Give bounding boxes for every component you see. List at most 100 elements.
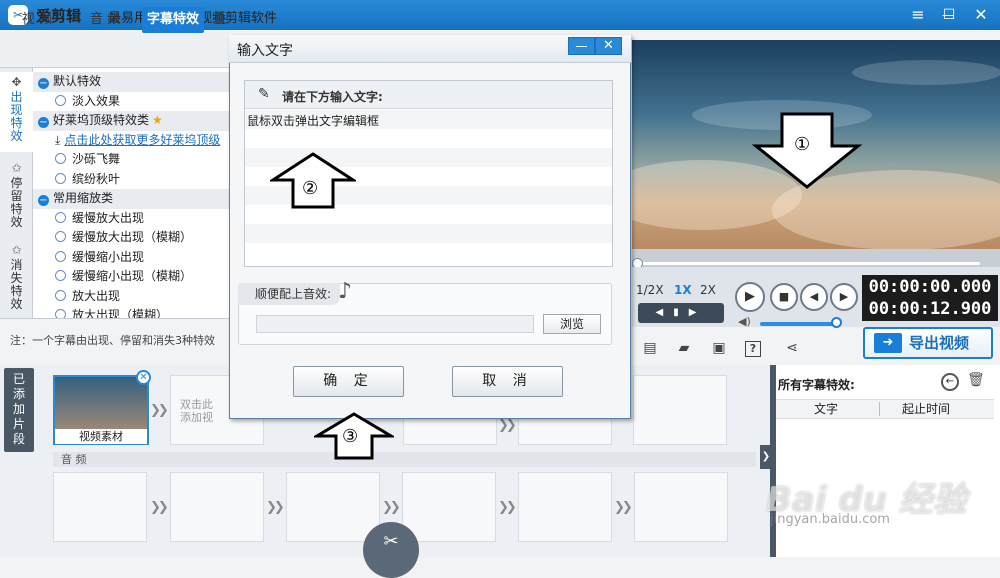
- arrow-right-icon: ❯❯: [266, 500, 285, 515]
- star-outline-icon: ✩: [11, 161, 22, 175]
- play-button[interactable]: ▶: [735, 282, 765, 312]
- vtab-stay[interactable]: ✩ 停 留 特 效: [0, 158, 33, 236]
- browse-button[interactable]: 浏览: [543, 314, 601, 334]
- dialog-title: 输入文字: [237, 43, 293, 59]
- export-icon: ➜: [874, 333, 902, 353]
- empty-clip-slot[interactable]: [633, 375, 727, 445]
- audio-slot[interactable]: [634, 472, 728, 542]
- radio-icon: [55, 289, 66, 301]
- panel-table-header: 文字 起止时间: [776, 399, 994, 419]
- arrow-right-icon: ❯❯: [614, 500, 633, 515]
- scissors-icon[interactable]: ✂: [363, 522, 419, 578]
- volume-handle[interactable]: [831, 317, 842, 328]
- tab-video[interactable]: 视 频: [4, 7, 70, 33]
- annotation-3: ③: [342, 426, 359, 447]
- collapse-icon: −: [38, 78, 49, 89]
- category-zoom[interactable]: − 常用缩放类: [33, 189, 230, 209]
- category-hollywood[interactable]: − 好莱坞顶级特效类 ★: [33, 111, 230, 131]
- add-clip-placeholder: 双击此 添加视: [180, 398, 213, 424]
- cancel-button[interactable]: 取 消: [452, 366, 563, 397]
- share-icon[interactable]: ⋖: [782, 340, 802, 358]
- audio-slot[interactable]: [286, 472, 380, 542]
- effect-item[interactable]: 放大出现: [33, 287, 230, 307]
- audio-slot[interactable]: [518, 472, 612, 542]
- radio-icon: [55, 211, 66, 223]
- column-text: 文字: [814, 402, 839, 416]
- dialog-close-button[interactable]: ✕: [595, 37, 622, 55]
- radio-icon: [55, 231, 66, 242]
- speed-half[interactable]: 1/2X: [636, 283, 664, 297]
- divider: [0, 318, 230, 319]
- effect-list: − 默认特效 淡入效果 − 好莱坞顶级特效类 ★ ⤓ 点击此处获取更多好莱坞顶级 沙砾飞…: [33, 68, 230, 318]
- edit-icon: ✎: [258, 86, 270, 102]
- panel-title: 所有字幕特效:: [778, 378, 855, 392]
- radio-icon: [55, 94, 66, 106]
- input-label: 请在下方输入文字:: [282, 90, 383, 104]
- audio-slot[interactable]: [170, 472, 264, 542]
- appear-icon: ✥: [11, 75, 22, 89]
- music-note-icon: ♪: [338, 279, 353, 304]
- arrow-right-icon: ❯❯: [150, 403, 169, 418]
- save-icon[interactable]: ▣: [709, 340, 729, 358]
- audio-track-label: 音 频: [53, 452, 756, 467]
- added-clips-tab[interactable]: 已 添 加 片 段: [4, 368, 34, 452]
- frame-jog-wheel[interactable]: ◀▮▶: [638, 303, 724, 323]
- effect-item[interactable]: 缓慢缩小出现（模糊）: [33, 267, 230, 287]
- download-icon: ⤓: [55, 132, 61, 147]
- star-icon: ★: [152, 113, 163, 127]
- get-more-effects-link[interactable]: ⤓ 点击此处获取更多好莱坞顶级: [33, 131, 230, 151]
- input-text-value[interactable]: 鼠标双击弹出文字编辑框: [247, 112, 379, 129]
- vtab-disappear[interactable]: ✩ 消 失 特 效: [0, 240, 33, 316]
- cloud: [852, 60, 1000, 85]
- speed-1x[interactable]: 1X: [674, 283, 692, 297]
- tab-overlay[interactable]: 叠: [210, 7, 230, 33]
- effect-item[interactable]: 缓慢缩小出现: [33, 248, 230, 268]
- annotation-2: ②: [302, 178, 319, 199]
- ok-button[interactable]: 确 定: [293, 366, 404, 397]
- trash-icon[interactable]: 🗑: [967, 372, 985, 388]
- close-button[interactable]: ✕: [968, 3, 994, 27]
- tab-audio[interactable]: 音 频: [74, 7, 136, 33]
- next-frame-button[interactable]: ▶: [830, 283, 858, 311]
- tab-subtitle-effects[interactable]: 字幕特效: [142, 7, 204, 33]
- remove-clip-icon[interactable]: ✕: [136, 370, 151, 385]
- menu-icon[interactable]: ≡: [905, 3, 931, 27]
- volume-slider[interactable]: [760, 322, 836, 326]
- effect-item[interactable]: 缤纷秋叶: [33, 170, 230, 190]
- radio-icon: [55, 250, 66, 262]
- folder-icon[interactable]: ▰: [674, 340, 694, 358]
- current-time: 00:00:00.000: [868, 277, 992, 297]
- dialog-minimize-button[interactable]: —: [568, 37, 595, 55]
- column-time: 起止时间: [902, 402, 951, 416]
- effect-item[interactable]: 淡入效果: [33, 92, 230, 112]
- category-default[interactable]: − 默认特效: [33, 72, 230, 92]
- sound-path-field[interactable]: [256, 315, 534, 333]
- effect-item[interactable]: 缓慢放大出现: [33, 209, 230, 229]
- total-time: 00:00:12.900: [868, 299, 992, 319]
- effect-item[interactable]: 沙砾飞舞: [33, 150, 230, 170]
- volume-icon[interactable]: ◀): [738, 315, 751, 328]
- vtab-appear[interactable]: ✥ 出 现 特 效: [0, 72, 33, 152]
- main-tab-bar: [0, 30, 230, 68]
- speed-2x[interactable]: 2X: [700, 283, 716, 297]
- effect-item[interactable]: 放大出现（模糊）: [33, 306, 230, 318]
- maximize-button[interactable]: ☐: [936, 3, 962, 27]
- clip-label: 视频素材: [55, 429, 147, 444]
- audio-slot[interactable]: [53, 472, 147, 542]
- effect-item[interactable]: 缓慢放大出现（模糊）: [33, 228, 230, 248]
- seek-track[interactable]: [640, 262, 980, 265]
- prev-frame-button[interactable]: ◀: [800, 283, 828, 311]
- undo-icon[interactable]: ←: [941, 373, 959, 391]
- subtitle-effects-panel: [770, 365, 1000, 557]
- hint-text: 注：一个字幕由出现、停留和消失3种特效: [10, 334, 215, 347]
- radio-icon: [55, 309, 66, 318]
- help-icon[interactable]: ?: [745, 341, 761, 357]
- chevron-right-icon[interactable]: ❯: [760, 445, 772, 469]
- collapse-icon: −: [38, 195, 49, 206]
- radio-icon: [55, 153, 66, 164]
- audio-slot[interactable]: [402, 472, 496, 542]
- collapse-icon: −: [38, 117, 49, 128]
- new-icon[interactable]: ▤: [640, 340, 660, 358]
- radio-icon: [55, 270, 66, 281]
- stop-button[interactable]: ■: [770, 283, 798, 311]
